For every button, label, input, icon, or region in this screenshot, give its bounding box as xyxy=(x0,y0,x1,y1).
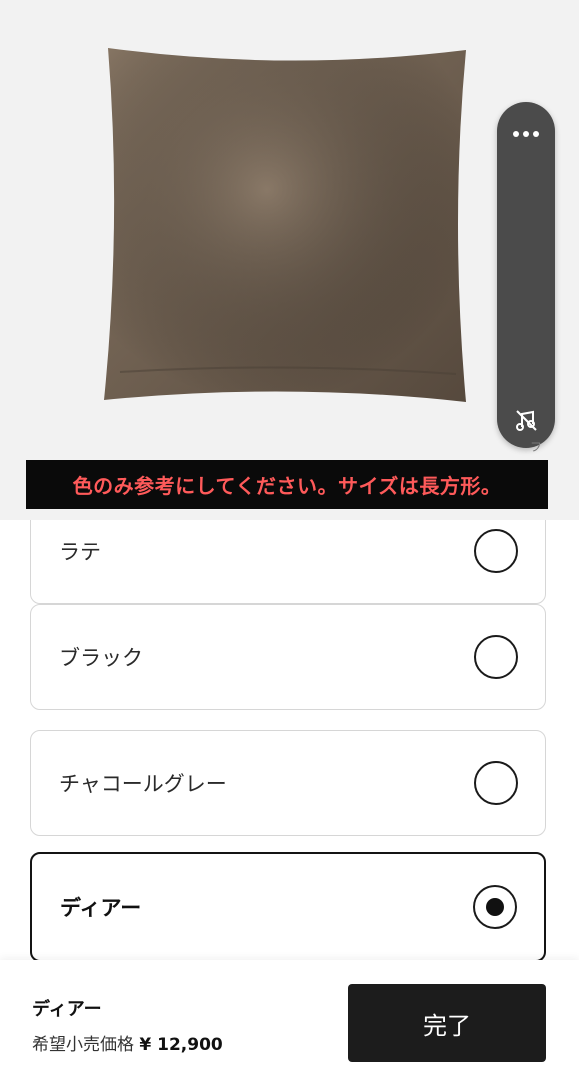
color-option-latte[interactable]: ラテ xyxy=(30,520,546,604)
color-option-charcoal-gray[interactable]: チャコールグレー xyxy=(30,730,546,836)
color-option-label: ディアー xyxy=(60,896,142,920)
radio-button-selected[interactable] xyxy=(473,885,517,929)
radio-button[interactable] xyxy=(474,529,518,573)
product-image xyxy=(100,42,472,412)
color-option-deer[interactable]: ディアー xyxy=(30,852,546,960)
color-option-label: ブラック xyxy=(59,646,143,670)
color-option-black[interactable]: ブラック xyxy=(30,604,546,710)
radio-button[interactable] xyxy=(474,635,518,679)
more-horizontal-icon[interactable] xyxy=(497,114,555,154)
color-disclaimer-caption: 色のみ参考にしてください。サイズは長方形。 xyxy=(26,460,548,509)
audio-off-icon[interactable] xyxy=(497,400,555,440)
color-option-label: ラテ xyxy=(59,540,101,564)
price-value: ¥ 12,900 xyxy=(139,1035,223,1055)
selection-footer: ディアー 希望小売価格 ¥ 12,900 完了 xyxy=(0,960,579,1080)
color-option-label: チャコールグレー xyxy=(59,772,227,796)
product-image-area: 色のみ参考にしてください。サイズは長方形。 フ xyxy=(0,0,579,520)
floating-toolbar xyxy=(497,102,555,448)
price-label: 希望小売価格 xyxy=(32,1035,134,1055)
done-button[interactable]: 完了 xyxy=(348,984,546,1062)
radio-button[interactable] xyxy=(474,761,518,805)
color-option-list: ラテ ブラック チャコールグレー ディアー xyxy=(0,520,579,960)
selected-color-name: ディアー xyxy=(32,999,102,1020)
price-line: 希望小売価格 ¥ 12,900 xyxy=(32,1030,223,1055)
toolbar-label-fragment: フ xyxy=(530,440,543,454)
